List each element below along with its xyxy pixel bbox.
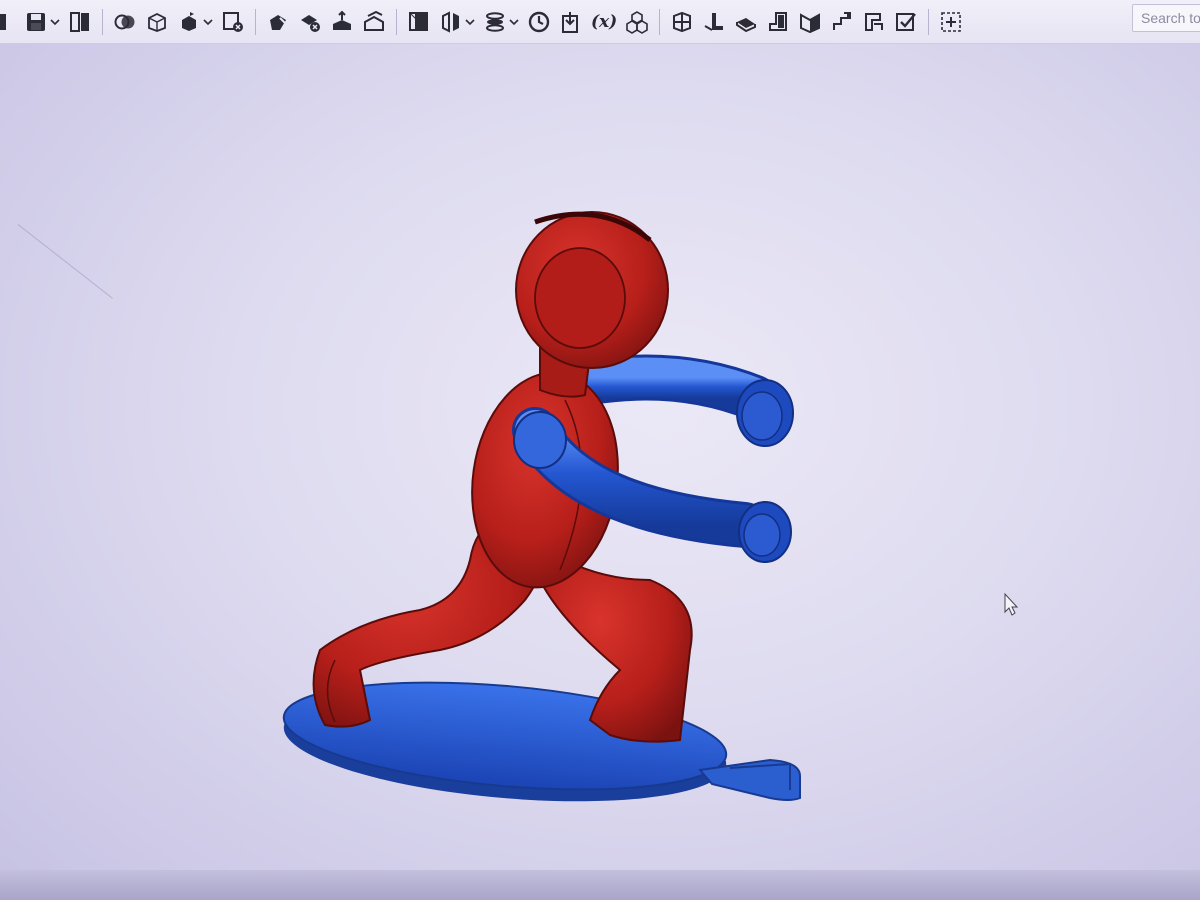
import-button[interactable] bbox=[559, 7, 583, 37]
history-button[interactable] bbox=[527, 7, 551, 37]
boolean-button[interactable] bbox=[113, 7, 137, 37]
cut-edge-button[interactable] bbox=[0, 7, 16, 37]
boolean-icon bbox=[114, 14, 135, 29]
chevron-down-icon[interactable] bbox=[509, 17, 519, 27]
mouse-cursor-icon bbox=[1004, 592, 1019, 616]
cut-edge-icon bbox=[0, 13, 6, 30]
finish-icon bbox=[896, 12, 917, 31]
plane-button[interactable] bbox=[407, 7, 431, 37]
save-button[interactable] bbox=[24, 7, 60, 37]
parts-panel-button[interactable] bbox=[68, 7, 92, 37]
corner-button[interactable] bbox=[830, 7, 854, 37]
model-canvas[interactable] bbox=[0, 44, 1200, 870]
sheet-metal-button[interactable] bbox=[670, 7, 694, 37]
toolbar-separator bbox=[928, 8, 930, 35]
extrude-face-icon bbox=[333, 10, 351, 30]
toolbar: (x) Search tools bbox=[0, 0, 1200, 44]
toolbar-separator bbox=[102, 8, 103, 35]
add-custom-icon bbox=[941, 11, 962, 32]
mirror-button[interactable] bbox=[439, 7, 475, 37]
chevron-down-icon[interactable] bbox=[465, 17, 475, 27]
variable-icon: (x) bbox=[591, 11, 618, 32]
search-input[interactable]: Search tools bbox=[1132, 4, 1200, 32]
offset-surface-icon bbox=[364, 10, 384, 31]
head[interactable] bbox=[515, 211, 669, 369]
delete-face-button[interactable] bbox=[298, 7, 322, 37]
screen-bottom-edge bbox=[0, 870, 1200, 900]
assembly-button[interactable] bbox=[625, 7, 649, 37]
bend-button[interactable] bbox=[798, 7, 822, 37]
history-icon bbox=[528, 11, 550, 32]
pattern-button[interactable] bbox=[483, 7, 519, 37]
bend-icon bbox=[800, 12, 821, 33]
toolbar-separator bbox=[255, 8, 256, 35]
offset-surface-button[interactable] bbox=[362, 7, 386, 37]
parts-panel-icon bbox=[70, 11, 89, 32]
split-icon bbox=[270, 14, 287, 30]
shell-icon bbox=[148, 12, 166, 32]
assembly-icon bbox=[626, 10, 649, 34]
add-custom-button[interactable] bbox=[939, 7, 963, 37]
flange-button[interactable] bbox=[702, 7, 726, 37]
delete-face-icon bbox=[301, 14, 320, 32]
flange-icon bbox=[704, 12, 724, 31]
chevron-down-icon[interactable] bbox=[203, 17, 213, 27]
transform-icon bbox=[182, 11, 196, 31]
hem-icon bbox=[736, 17, 757, 32]
arm-back[interactable] bbox=[567, 354, 794, 447]
toolbar-separator bbox=[659, 8, 661, 35]
mirror-icon bbox=[442, 10, 459, 33]
finish-button[interactable] bbox=[894, 7, 918, 37]
joint-button[interactable] bbox=[862, 7, 886, 37]
save-icon bbox=[27, 12, 45, 31]
extrude-face-button[interactable] bbox=[330, 7, 354, 37]
delete-part-icon bbox=[223, 11, 243, 32]
toolbar-separator bbox=[396, 8, 397, 35]
chevron-down-icon[interactable] bbox=[50, 17, 60, 27]
tab-icon bbox=[769, 11, 788, 31]
sheet-metal-icon bbox=[673, 11, 692, 32]
split-button[interactable] bbox=[266, 7, 290, 37]
search-placeholder: Search tools bbox=[1141, 10, 1200, 26]
delete-part-button[interactable] bbox=[221, 7, 245, 37]
joint-icon bbox=[865, 12, 884, 31]
transform-button[interactable] bbox=[177, 7, 213, 37]
variable-button[interactable]: (x) bbox=[591, 7, 617, 37]
plane-icon bbox=[409, 11, 428, 31]
pattern-icon bbox=[486, 11, 504, 32]
import-icon bbox=[562, 11, 578, 33]
tab-button[interactable] bbox=[766, 7, 790, 37]
corner-icon bbox=[833, 11, 852, 30]
graphics-viewport[interactable] bbox=[0, 44, 1200, 870]
hem-button[interactable] bbox=[734, 7, 758, 37]
shell-button[interactable] bbox=[145, 7, 169, 37]
